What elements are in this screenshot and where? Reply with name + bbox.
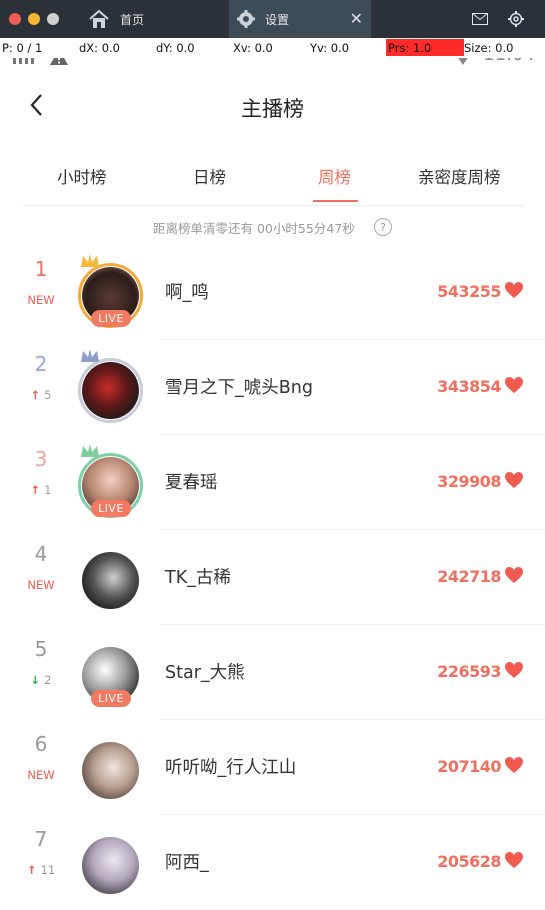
- crown-icon: [80, 443, 100, 463]
- list-item[interactable]: 5 ↓ 2 LIVE Star_大熊 226593: [0, 625, 545, 720]
- rank-change: NEW: [27, 293, 55, 307]
- maximize-window-button[interactable]: [47, 13, 59, 25]
- rank-change: NEW: [27, 578, 55, 592]
- arrow-up-icon: ↑: [30, 388, 45, 402]
- list-item[interactable]: 6 NEW 听听呦_行人江山 207140: [0, 720, 545, 815]
- debug-size: Size: 0.0: [464, 41, 514, 55]
- score-value: 543255: [437, 282, 501, 301]
- heart-icon: [504, 471, 524, 493]
- streamer-name: 听听呦_行人江山: [165, 758, 297, 778]
- heart-icon: [504, 851, 524, 873]
- heart-icon: [504, 756, 524, 778]
- close-tab-icon[interactable]: ✕: [350, 9, 363, 28]
- arrow-up-icon: ↑: [26, 863, 41, 877]
- page-header: 主播榜: [0, 84, 545, 130]
- rank-number: 7: [34, 827, 48, 851]
- score-value: 226593: [437, 662, 501, 681]
- debug-pointer: P: 0 / 1: [2, 41, 43, 55]
- rank-change: NEW: [27, 768, 55, 782]
- streamer-name: 阿西_: [165, 853, 209, 873]
- avatar[interactable]: [82, 742, 139, 799]
- rank-number: 5: [34, 637, 48, 661]
- avatar[interactable]: [82, 552, 139, 609]
- rank-change-value: 5: [44, 388, 52, 402]
- list-item[interactable]: 3 ↑ 1 LIVE 夏春瑶 329908: [0, 435, 545, 530]
- ranking-tabs: 小时榜 日榜 周榜 亲密度周榜: [0, 160, 545, 204]
- avatar[interactable]: [82, 362, 139, 419]
- rank-change-value: 1: [44, 483, 52, 497]
- arrow-up-icon: ↑: [30, 483, 45, 497]
- page-title: 主播榜: [241, 97, 304, 121]
- touch-debug-bar: P: 0 / 1 dX: 0.0 dY: 0.0 Xv: 0.0 Yv: 0.0…: [0, 38, 545, 58]
- rank-change: ↑ 1: [20, 483, 62, 497]
- home-icon: [88, 9, 110, 29]
- help-icon[interactable]: ?: [374, 218, 392, 236]
- rank-change: ↓ 2: [20, 673, 62, 687]
- live-badge: LIVE: [91, 690, 131, 707]
- streamer-name: 夏春瑶: [165, 473, 218, 493]
- rank-number: 6: [34, 732, 48, 756]
- score-value: 207140: [437, 757, 501, 776]
- list-item[interactable]: 7 ↑ 11 阿西_ 205628: [0, 815, 545, 910]
- crown-icon: [80, 253, 100, 273]
- tab-home-label: 首页: [120, 12, 145, 27]
- debug-prs: Prs: 1.0: [388, 41, 432, 55]
- list-item[interactable]: 2 ↑ 5 雪月之下_唬头Bng 343854: [0, 340, 545, 435]
- rank-change-value: 2: [44, 673, 52, 687]
- streamer-name: 雪月之下_唬头Bng: [165, 378, 313, 398]
- heart-icon: [504, 566, 524, 588]
- gear-icon: [237, 10, 255, 28]
- score-value: 343854: [437, 377, 501, 396]
- heart-icon: [504, 281, 524, 303]
- score-value: 242718: [437, 567, 501, 586]
- rank-number: 4: [34, 542, 48, 566]
- streamer-name: TK_古稀: [165, 568, 231, 588]
- debug-xv: Xv: 0.0: [233, 41, 273, 55]
- tab-intimacy-weekly[interactable]: 亲密度周榜: [418, 164, 501, 188]
- heart-icon: [504, 376, 524, 398]
- live-badge: LIVE: [91, 310, 131, 327]
- settings-icon[interactable]: [506, 9, 526, 29]
- crown-icon: [80, 348, 100, 368]
- live-badge: LIVE: [91, 500, 131, 517]
- rank-number: 2: [34, 352, 48, 376]
- debug-yv: Yv: 0.0: [310, 41, 350, 55]
- score-value: 329908: [437, 472, 501, 491]
- debug-dy: dY: 0.0: [156, 41, 195, 55]
- rank-change-value: 11: [40, 863, 56, 877]
- streamer-name: Star_大熊: [165, 663, 245, 683]
- rank-change: ↑ 5: [20, 388, 62, 402]
- tab-settings[interactable]: 设置 ✕: [229, 0, 371, 38]
- countdown-text: 距离榜单清零还有 00小时55分47秒: [153, 221, 355, 236]
- minimize-window-button[interactable]: [28, 13, 40, 25]
- debug-dx: dX: 0.0: [79, 41, 120, 55]
- avatar[interactable]: [82, 837, 139, 894]
- heart-icon: [504, 661, 524, 683]
- streamer-name: 啊_鸣: [165, 283, 209, 303]
- list-item[interactable]: 4 NEW TK_古稀 242718: [0, 530, 545, 625]
- tab-home[interactable]: 首页: [88, 0, 144, 38]
- mail-icon[interactable]: [470, 9, 490, 29]
- score-value: 205628: [437, 852, 501, 871]
- close-window-button[interactable]: [9, 13, 21, 25]
- list-item[interactable]: 1 NEW LIVE 啊_鸣 543255: [0, 245, 545, 340]
- tabs-divider: [22, 205, 524, 206]
- rank-number: 3: [34, 447, 48, 471]
- active-tab-indicator: [313, 200, 358, 202]
- arrow-down-icon: ↓: [30, 673, 45, 687]
- rank-number: 1: [34, 257, 48, 281]
- tab-settings-label: 设置: [265, 12, 290, 27]
- tab-weekly[interactable]: 周榜: [318, 164, 351, 188]
- tab-hourly[interactable]: 小时榜: [57, 164, 107, 188]
- window-titlebar: 首页 设置 ✕: [0, 0, 545, 38]
- tab-daily[interactable]: 日榜: [193, 164, 226, 188]
- rank-change: ↑ 11: [20, 863, 62, 877]
